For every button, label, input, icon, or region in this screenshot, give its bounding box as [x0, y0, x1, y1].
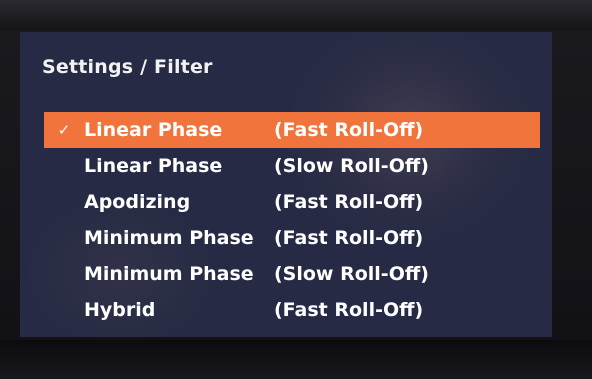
menu-item-param: (Fast Roll-Off): [274, 191, 424, 213]
menu-item-linear-phase-slow[interactable]: Linear Phase (Slow Roll-Off): [44, 148, 540, 184]
menu-item-param: (Slow Roll-Off): [274, 263, 429, 285]
menu-item-minimum-phase-slow[interactable]: Minimum Phase (Slow Roll-Off): [44, 256, 540, 292]
device-screen: Settings / Filter ✓ Linear Phase (Fast R…: [20, 32, 552, 337]
menu-item-minimum-phase-fast[interactable]: Minimum Phase (Fast Roll-Off): [44, 220, 540, 256]
menu-item-param: (Fast Roll-Off): [274, 119, 424, 141]
device-bezel-bottom: [0, 340, 592, 379]
menu-item-param: (Slow Roll-Off): [274, 155, 429, 177]
menu-item-param: (Fast Roll-Off): [274, 227, 424, 249]
menu-item-linear-phase-fast[interactable]: ✓ Linear Phase (Fast Roll-Off): [44, 112, 540, 148]
menu-item-name: Linear Phase: [84, 155, 223, 177]
menu-item-name: Hybrid: [84, 299, 156, 321]
device-bezel-top: [0, 0, 592, 30]
photo-background: Settings / Filter ✓ Linear Phase (Fast R…: [0, 0, 592, 379]
menu-item-name: Minimum Phase: [84, 227, 254, 249]
menu-item-param: (Fast Roll-Off): [274, 299, 424, 321]
menu-item-hybrid-fast[interactable]: Hybrid (Fast Roll-Off): [44, 292, 540, 328]
filter-menu: ✓ Linear Phase (Fast Roll-Off) Linear Ph…: [44, 112, 540, 328]
page-title: Settings / Filter: [42, 56, 213, 78]
menu-item-name: Minimum Phase: [84, 263, 254, 285]
menu-item-apodizing-fast[interactable]: Apodizing (Fast Roll-Off): [44, 184, 540, 220]
menu-item-name: Linear Phase: [84, 119, 223, 141]
checkmark-icon: ✓: [57, 121, 71, 139]
menu-item-name: Apodizing: [84, 191, 191, 213]
